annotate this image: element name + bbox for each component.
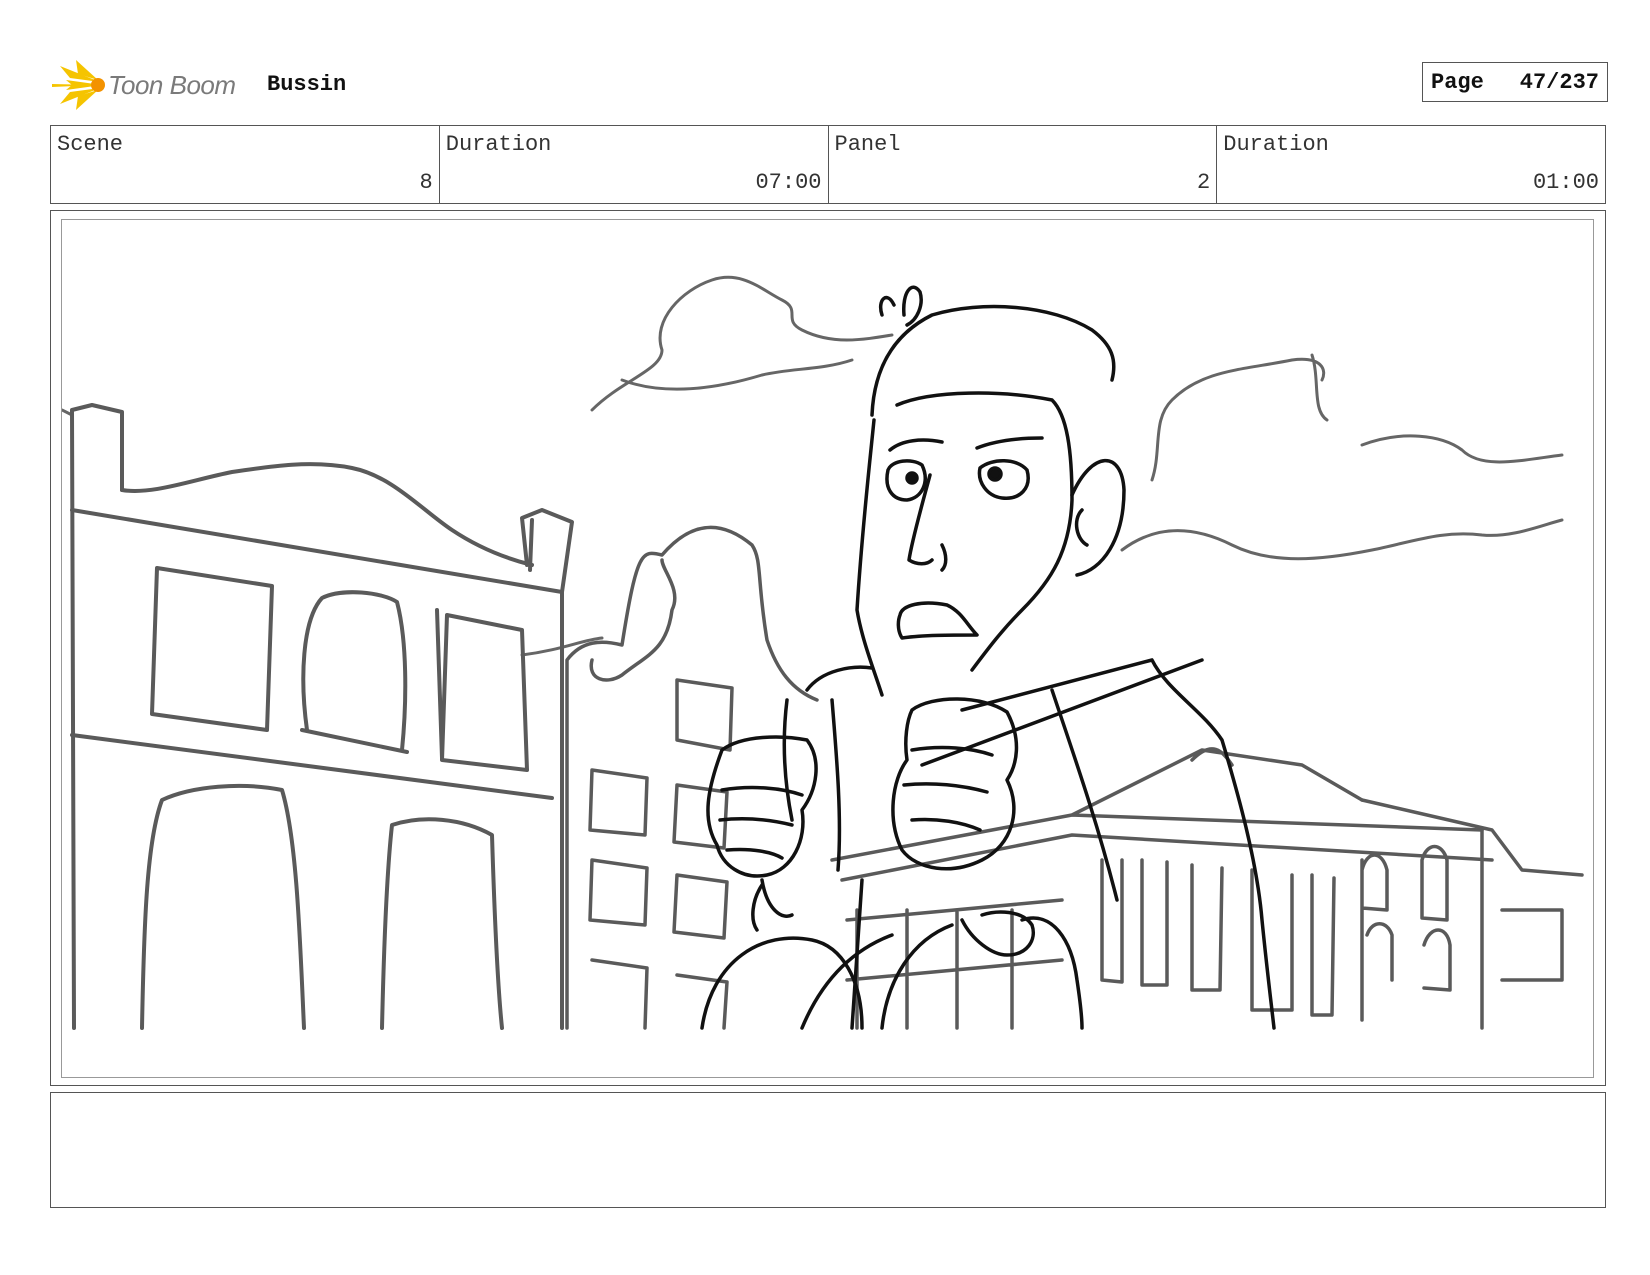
logo-text: Toon Boom [108, 70, 236, 100]
panel-notes-box [50, 1092, 1606, 1208]
panel-value: 2 [1197, 170, 1211, 195]
scene-label: Scene [57, 132, 124, 157]
scene-value: 8 [419, 170, 433, 195]
left-building-sketch [70, 403, 574, 1030]
toon-boom-logo: Toon Boom [52, 60, 252, 110]
page-number: 47/237 [1519, 69, 1599, 95]
scene-duration-value: 07:00 [755, 170, 822, 195]
panel-label: Panel [834, 132, 901, 157]
scene-duration-cell: Duration 07:00 [440, 126, 829, 203]
panel-duration-cell: Duration 01:00 [1217, 126, 1605, 203]
page-indicator: Page 47/237 [1422, 62, 1608, 102]
panel-duration-value: 01:00 [1532, 170, 1599, 195]
storyboard-panel [50, 210, 1606, 1086]
panel-cell: Panel 2 [829, 126, 1218, 203]
page-header: Toon Boom Bussin Page 47/237 [52, 58, 1608, 110]
page-label: Page [1431, 69, 1484, 95]
panel-duration-label: Duration [1223, 132, 1329, 157]
project-title: Bussin [267, 72, 347, 97]
street-buildings-sketch [565, 525, 1584, 1030]
character-sketch [700, 285, 1276, 1030]
panel-image-frame [61, 219, 1594, 1078]
panel-info-table: Scene 8 Duration 07:00 Panel 2 Duration … [50, 125, 1606, 204]
storyboard-sketch [62, 275, 1584, 1030]
scene-duration-label: Duration [445, 132, 552, 157]
scene-cell: Scene 8 [51, 126, 440, 203]
toon-boom-burst-icon [52, 60, 105, 110]
